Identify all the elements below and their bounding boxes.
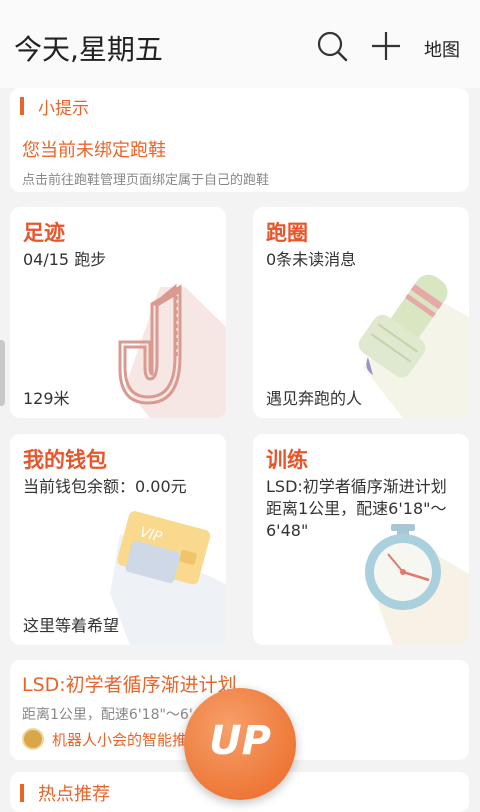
tip-message: 您当前未绑定跑鞋 (22, 140, 166, 161)
drawer-handle[interactable] (0, 340, 5, 406)
hot-title: 热点推荐 (38, 784, 110, 805)
tile-footprint[interactable]: 足迹 04/15 跑步 129米 (10, 207, 226, 418)
tile-footer: 这里等着希望 (23, 616, 120, 635)
app-header: 今天,星期五 地图 (0, 0, 480, 88)
tile-wallet[interactable]: VIP 我的钱包 当前钱包余额：0.00元 这里等着希望 (10, 434, 226, 645)
tile-footer: 遇见奔跑的人 (266, 389, 363, 408)
search-icon[interactable] (314, 28, 350, 64)
page-title: 今天,星期五 (14, 33, 163, 66)
plus-icon[interactable] (368, 28, 404, 64)
tip-title: 小提示 (38, 99, 89, 119)
tile-title: 跑圈 (266, 221, 308, 245)
map-button[interactable]: 地图 (424, 36, 460, 62)
tip-accent-bar (20, 97, 24, 115)
tile-subtitle: 当前钱包余额：0.00元 (23, 477, 187, 496)
tile-footer: 129米 (23, 389, 70, 408)
avatar (22, 728, 44, 750)
tip-description: 点击前往跑鞋管理页面绑定属于自己的跑鞋 (22, 173, 270, 188)
tile-subtitle: LSD:初学者循序渐进计划 距离1公里，配速6'18"～6'48" (266, 477, 447, 540)
tile-running-circle[interactable]: 跑圈 0条未读消息 遇见奔跑的人 (253, 207, 469, 418)
tile-subtitle: 04/15 跑步 (23, 250, 107, 269)
tile-title: 足迹 (23, 221, 65, 245)
up-button[interactable]: UP (184, 688, 296, 800)
up-button-label: UP (209, 718, 271, 764)
tip-card[interactable]: 小提示 您当前未绑定跑鞋 点击前往跑鞋管理页面绑定属于自己的跑鞋 (10, 88, 469, 192)
tile-training[interactable]: 训练 LSD:初学者循序渐进计划 距离1公里，配速6'18"～6'48" (253, 434, 469, 645)
tile-title: 训练 (266, 448, 308, 472)
hot-accent-bar (20, 784, 24, 802)
tile-title: 我的钱包 (23, 448, 107, 472)
plan-title: LSD:初学者循序渐进计划 (22, 674, 237, 696)
tile-subtitle: 0条未读消息 (266, 250, 357, 269)
